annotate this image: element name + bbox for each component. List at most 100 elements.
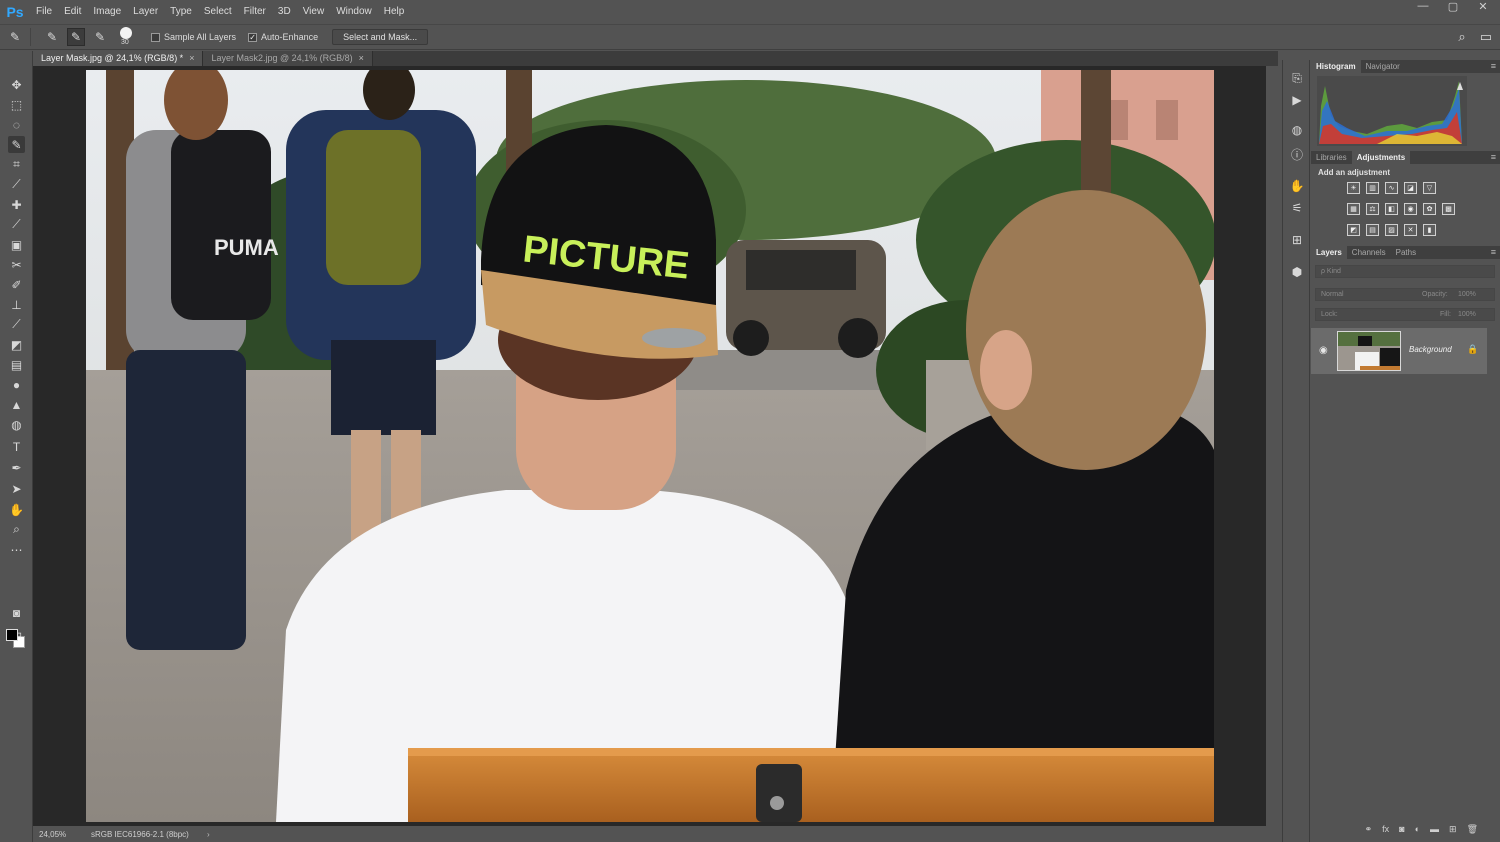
workspace-switcher-icon[interactable]: ▭: [1480, 29, 1492, 45]
dodge-tool-icon[interactable]: ▲: [8, 396, 25, 413]
pen-tool-icon[interactable]: ✒: [8, 459, 25, 476]
actions-play-icon[interactable]: ▶: [1289, 92, 1305, 108]
properties-icon[interactable]: ⚟: [1289, 200, 1305, 216]
gradient-tool-icon[interactable]: ▤: [8, 356, 25, 373]
menu-3d[interactable]: 3D: [272, 0, 297, 23]
new-group-icon[interactable]: ▬: [1430, 824, 1439, 838]
zoom-tool-icon[interactable]: ⌕: [8, 521, 25, 538]
tab-close-icon[interactable]: ×: [359, 53, 364, 63]
channel-mixer-icon[interactable]: ✿: [1423, 203, 1436, 215]
menu-type[interactable]: Type: [164, 0, 198, 23]
exposure-icon[interactable]: ◪: [1404, 182, 1417, 194]
lock-icon[interactable]: 🔒: [1467, 344, 1478, 355]
tab-channels[interactable]: Channels: [1347, 246, 1391, 259]
info-icon[interactable]: ⓘ: [1289, 146, 1305, 162]
layer-row-background[interactable]: ◉ Background 🔒: [1311, 328, 1487, 374]
crop-tool-icon[interactable]: ⌗: [8, 156, 25, 173]
menu-image[interactable]: Image: [87, 0, 127, 23]
menu-file[interactable]: File: [30, 0, 58, 23]
art-history-brush-icon[interactable]: ⟋: [8, 316, 25, 333]
delete-layer-icon[interactable]: 🗑: [1467, 824, 1478, 838]
document-photo[interactable]: PUMA PICTURE: [86, 70, 1214, 822]
type-tool-icon[interactable]: T: [8, 438, 25, 455]
tab-histogram[interactable]: Histogram: [1311, 60, 1361, 73]
panel-menu-icon[interactable]: ≡: [1491, 246, 1496, 259]
tab-libraries[interactable]: Libraries: [1311, 151, 1352, 164]
new-layer-icon[interactable]: ⊞: [1449, 824, 1457, 838]
blend-mode-select[interactable]: Normal Opacity: 100%: [1315, 288, 1495, 301]
color-icon[interactable]: ◍: [1289, 122, 1305, 138]
posterize-icon[interactable]: ▤: [1366, 224, 1379, 236]
invert-icon[interactable]: ◩: [1347, 224, 1360, 236]
layer-name[interactable]: Background: [1409, 345, 1452, 354]
layer-kind-filter[interactable]: ρ Kind: [1315, 265, 1495, 278]
sample-all-layers-checkbox[interactable]: Sample All Layers: [151, 32, 236, 42]
link-layers-icon[interactable]: ⚭: [1365, 824, 1373, 838]
brush-icon[interactable]: ✐: [8, 276, 25, 293]
panel-menu-icon[interactable]: ≡: [1491, 60, 1496, 73]
hand-tool-icon[interactable]: ✋: [8, 501, 25, 518]
stamp-icon[interactable]: ⊥: [8, 296, 25, 313]
minimize-button[interactable]: —: [1416, 0, 1430, 14]
fill-value[interactable]: 100%: [1458, 309, 1476, 320]
levels-icon[interactable]: ▥: [1366, 182, 1379, 194]
menu-window[interactable]: Window: [330, 0, 378, 23]
black-white-icon[interactable]: ◧: [1385, 203, 1398, 215]
new-selection-brush-icon[interactable]: ✎: [43, 28, 61, 46]
menu-edit[interactable]: Edit: [58, 0, 87, 23]
search-icon[interactable]: ⌕: [1458, 29, 1465, 45]
tab-close-icon[interactable]: ×: [189, 53, 194, 63]
photo-filter-icon[interactable]: ◉: [1404, 203, 1417, 215]
blur-tool-icon[interactable]: ●: [8, 376, 25, 393]
layer-style-icon[interactable]: fx: [1382, 824, 1389, 838]
path-selection-tool-icon[interactable]: ➤: [8, 480, 25, 497]
sponge-tool-icon[interactable]: ◍: [8, 416, 25, 433]
menu-filter[interactable]: Filter: [238, 0, 272, 23]
visibility-eye-icon[interactable]: ◉: [1319, 345, 1328, 356]
hue-saturation-icon[interactable]: ▦: [1347, 203, 1360, 215]
lasso-tool-icon[interactable]: ◌: [8, 116, 25, 133]
vibrance-icon[interactable]: ▽: [1423, 182, 1436, 194]
tab-layer-mask2[interactable]: Layer Mask2.jpg @ 24,1% (RGB/8) ×: [203, 51, 373, 66]
menu-layer[interactable]: Layer: [127, 0, 164, 23]
glyphs-icon[interactable]: ⊞: [1289, 232, 1305, 248]
opacity-value[interactable]: 100%: [1458, 289, 1476, 300]
history-icon[interactable]: ⎘: [1289, 70, 1305, 86]
brush-tool-icon[interactable]: ⟋: [8, 216, 25, 233]
spot-healing-tool-icon[interactable]: ✚: [8, 196, 25, 213]
foreground-color-swatch[interactable]: [6, 629, 18, 641]
tab-paths[interactable]: Paths: [1391, 246, 1421, 259]
tab-layer-mask[interactable]: Layer Mask.jpg @ 24,1% (RGB/8) * ×: [33, 51, 204, 66]
tab-navigator[interactable]: Navigator: [1361, 60, 1405, 73]
panel-menu-icon[interactable]: ≡: [1491, 151, 1496, 164]
zoom-level[interactable]: 24,05%: [33, 830, 83, 839]
quick-mask-icon[interactable]: ◙: [8, 604, 25, 621]
eraser-tool-icon[interactable]: ◩: [8, 336, 25, 353]
auto-enhance-checkbox[interactable]: ✓ Auto-Enhance: [248, 32, 318, 42]
color-balance-icon[interactable]: ⚖: [1366, 203, 1379, 215]
brightness-contrast-icon[interactable]: ☀: [1347, 182, 1360, 194]
curves-icon[interactable]: ∿: [1385, 182, 1398, 194]
history-brush-tool-icon[interactable]: ✂: [8, 256, 25, 273]
adjustment-layer-icon[interactable]: ◐: [1415, 824, 1420, 838]
add-to-selection-brush-icon[interactable]: ✎: [67, 28, 85, 46]
3d-cube-icon[interactable]: ⬢: [1289, 264, 1305, 280]
color-lookup-icon[interactable]: ▩: [1442, 203, 1455, 215]
quick-selection-tool-icon[interactable]: ✎: [8, 136, 25, 153]
marquee-tool-icon[interactable]: ⬚: [8, 96, 25, 113]
close-button[interactable]: ✕: [1476, 0, 1490, 14]
brush-presets-icon[interactable]: ✋: [1289, 178, 1305, 194]
add-mask-icon[interactable]: ◙: [1399, 824, 1404, 838]
tab-layers[interactable]: Layers: [1311, 246, 1347, 259]
status-menu-arrow-icon[interactable]: ›: [201, 830, 210, 839]
menu-view[interactable]: View: [297, 0, 331, 23]
tab-adjustments[interactable]: Adjustments: [1351, 151, 1411, 164]
more-tools-icon[interactable]: ⋯: [8, 541, 25, 558]
select-and-mask-button[interactable]: Select and Mask...: [332, 29, 429, 45]
menu-select[interactable]: Select: [198, 0, 238, 23]
threshold-icon[interactable]: ▨: [1385, 224, 1398, 236]
eyedropper-tool-icon[interactable]: ⟋: [8, 176, 25, 193]
restore-button[interactable]: ▢: [1446, 0, 1460, 14]
move-tool-icon[interactable]: ✥: [8, 76, 25, 93]
tool-preset-picker-icon[interactable]: ✎: [6, 28, 24, 46]
